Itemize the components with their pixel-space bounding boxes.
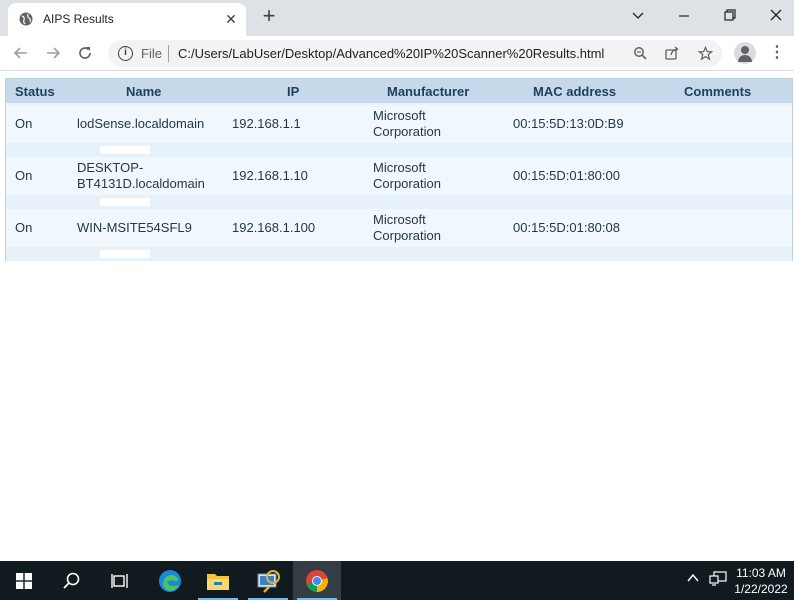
table-row[interactable]: On DESKTOP- BT4131D.localdomain 192.168.1… bbox=[6, 157, 792, 195]
back-icon[interactable] bbox=[11, 43, 31, 63]
cell-ip: 192.168.1.10 bbox=[232, 168, 308, 183]
edge-icon[interactable] bbox=[146, 561, 194, 600]
header-manufacturer[interactable]: Manufacturer bbox=[387, 84, 469, 99]
tab-strip: AIPS Results ✕ + bbox=[0, 0, 794, 36]
manufacturer-line2: Corporation bbox=[373, 228, 441, 243]
header-status[interactable]: Status bbox=[15, 84, 55, 99]
header-name[interactable]: Name bbox=[126, 84, 161, 99]
address-bar[interactable]: i File C:/Users/LabUser/Desktop/Advanced… bbox=[108, 40, 722, 67]
profile-avatar-icon[interactable] bbox=[734, 42, 756, 64]
url-text[interactable]: C:/Users/LabUser/Desktop/Advanced%20IP%2… bbox=[178, 46, 604, 61]
cell-name: DESKTOP- BT4131D.localdomain bbox=[77, 160, 205, 192]
task-view-icon[interactable] bbox=[96, 561, 144, 600]
header-mac-address[interactable]: MAC address bbox=[533, 84, 616, 99]
star-icon[interactable] bbox=[696, 44, 714, 62]
tab-aips-results[interactable]: AIPS Results ✕ bbox=[8, 3, 246, 36]
results-table: Status Name IP Manufacturer MAC address … bbox=[5, 78, 793, 261]
file-explorer-icon[interactable] bbox=[194, 561, 242, 600]
chevron-up-icon[interactable] bbox=[686, 571, 700, 588]
info-icon[interactable]: i bbox=[118, 46, 133, 61]
cell-ip: 192.168.1.1 bbox=[232, 116, 301, 131]
manufacturer-line2: Corporation bbox=[373, 124, 441, 139]
network-scanner-icon[interactable] bbox=[244, 561, 292, 600]
cell-ip: 192.168.1.100 bbox=[232, 220, 316, 235]
avatar-body bbox=[738, 55, 752, 62]
cell-mac: 00:15:5D:01:80:00 bbox=[513, 168, 620, 183]
cell-name: lodSense.localdomain bbox=[77, 116, 205, 131]
name-line1: DESKTOP- bbox=[77, 160, 144, 175]
separator bbox=[168, 45, 169, 62]
cell-mac: 00:15:5D:13:0D:B9 bbox=[513, 116, 624, 131]
header-comments[interactable]: Comments bbox=[684, 84, 751, 99]
reload-icon[interactable] bbox=[75, 43, 95, 63]
name-line2: BT4131D.localdomain bbox=[77, 176, 205, 191]
table-row[interactable]: On lodSense.localdomain 192.168.1.1 Micr… bbox=[6, 105, 792, 143]
manufacturer-line1: Microsoft bbox=[373, 108, 426, 123]
kebab-menu-icon[interactable]: ⋮ bbox=[768, 43, 786, 63]
manufacturer-line2: Corporation bbox=[373, 176, 441, 191]
cell-status: On bbox=[15, 116, 33, 131]
cell-manufacturer: Microsoft Corporation bbox=[373, 212, 441, 244]
cell-status: On bbox=[15, 220, 33, 235]
browser-toolbar: i File C:/Users/LabUser/Desktop/Advanced… bbox=[0, 36, 794, 71]
windows-start-icon[interactable] bbox=[0, 561, 48, 600]
cell-manufacturer: Microsoft Corporation bbox=[373, 108, 441, 140]
chrome-icon[interactable] bbox=[293, 561, 341, 600]
row-spacer bbox=[6, 143, 792, 157]
system-clock[interactable]: 11:03 AM 1/22/2022 bbox=[733, 565, 789, 597]
tab-title: AIPS Results bbox=[43, 12, 114, 26]
share-icon[interactable] bbox=[663, 44, 681, 62]
close-window-icon[interactable] bbox=[764, 6, 788, 26]
table-header: Status Name IP Manufacturer MAC address … bbox=[6, 79, 792, 103]
taskbar: 11:03 AM 1/22/2022 bbox=[0, 561, 794, 600]
chevron-down-icon[interactable] bbox=[626, 6, 650, 26]
cell-manufacturer: Microsoft Corporation bbox=[373, 160, 441, 192]
tab-close-icon[interactable]: ✕ bbox=[222, 10, 240, 28]
cell-name: WIN-MSITE54SFL9 bbox=[77, 220, 192, 235]
row-spacer-gap bbox=[100, 198, 150, 206]
minimize-icon[interactable] bbox=[672, 6, 696, 26]
clock-date: 1/22/2022 bbox=[734, 582, 788, 596]
avatar-head bbox=[741, 46, 749, 54]
url-scheme: File bbox=[141, 46, 162, 61]
header-ip[interactable]: IP bbox=[287, 84, 299, 99]
new-tab-icon[interactable]: + bbox=[259, 5, 279, 27]
globe-icon bbox=[19, 12, 33, 26]
forward-icon[interactable] bbox=[43, 43, 63, 63]
table-row[interactable]: On WIN-MSITE54SFL9 192.168.1.100 Microso… bbox=[6, 209, 792, 247]
row-spacer bbox=[6, 247, 792, 261]
search-icon[interactable] bbox=[48, 561, 96, 600]
row-spacer-gap bbox=[100, 250, 150, 258]
row-spacer-gap bbox=[100, 146, 150, 154]
cell-mac: 00:15:5D:01:80:08 bbox=[513, 220, 620, 235]
row-spacer bbox=[6, 195, 792, 209]
clock-time: 11:03 AM bbox=[736, 566, 786, 580]
manufacturer-line1: Microsoft bbox=[373, 160, 426, 175]
restore-icon[interactable] bbox=[718, 6, 742, 26]
network-icon[interactable] bbox=[709, 571, 727, 590]
cell-status: On bbox=[15, 168, 33, 183]
manufacturer-line1: Microsoft bbox=[373, 212, 426, 227]
zoom-icon[interactable] bbox=[631, 44, 649, 62]
